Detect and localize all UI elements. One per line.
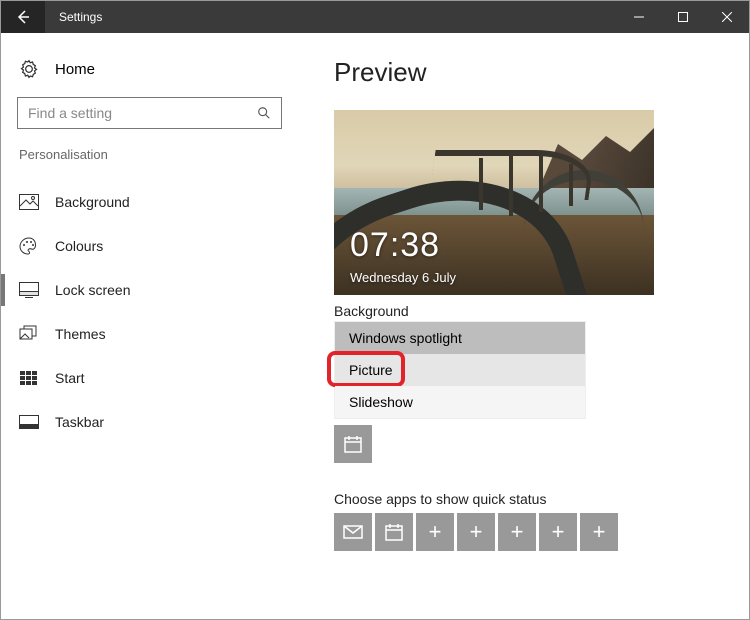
quick-status-app-mail[interactable] xyxy=(334,513,372,551)
sidebar-item-lock-screen[interactable]: Lock screen xyxy=(13,268,286,312)
quick-status-add-1[interactable]: + xyxy=(416,513,454,551)
dropdown-option-picture[interactable]: Picture xyxy=(335,354,585,386)
search-icon xyxy=(257,106,271,120)
quick-status-add-5[interactable]: + xyxy=(580,513,618,551)
quick-status-add-2[interactable]: + xyxy=(457,513,495,551)
sidebar-item-taskbar[interactable]: Taskbar xyxy=(13,400,286,444)
close-button[interactable] xyxy=(705,1,749,33)
plus-icon: + xyxy=(429,519,442,545)
background-label: Background xyxy=(334,303,729,319)
lock-screen-icon xyxy=(19,280,39,300)
back-button[interactable] xyxy=(1,1,45,33)
sidebar-item-background[interactable]: Background xyxy=(13,180,286,224)
search-placeholder: Find a setting xyxy=(28,105,112,121)
mail-icon xyxy=(343,525,363,539)
quick-status-add-3[interactable]: + xyxy=(498,513,536,551)
maximize-button[interactable] xyxy=(661,1,705,33)
background-dropdown[interactable]: Windows spotlight Picture Slideshow xyxy=(334,321,586,419)
sidebar-item-colours[interactable]: Colours xyxy=(13,224,286,268)
search-input[interactable]: Find a setting xyxy=(17,97,282,129)
calendar-icon xyxy=(384,522,404,542)
calendar-icon xyxy=(343,434,363,454)
arrow-left-icon xyxy=(15,9,31,25)
option-label: Windows spotlight xyxy=(349,330,462,346)
section-heading: Personalisation xyxy=(13,147,286,180)
gear-icon xyxy=(19,59,39,79)
window-title: Settings xyxy=(59,10,617,24)
quick-status-label: Choose apps to show quick status xyxy=(334,491,729,507)
picture-icon xyxy=(19,192,39,212)
lock-screen-preview: 07:38 Wednesday 6 July xyxy=(334,110,654,295)
option-label: Picture xyxy=(349,362,393,378)
themes-icon xyxy=(19,324,39,344)
preview-date: Wednesday 6 July xyxy=(350,270,456,285)
nav-label: Taskbar xyxy=(55,414,104,430)
quick-status-app-calendar[interactable] xyxy=(375,513,413,551)
detailed-status-app-button[interactable] xyxy=(334,425,372,463)
nav-label: Background xyxy=(55,194,130,210)
option-label: Slideshow xyxy=(349,394,413,410)
window-controls xyxy=(617,1,749,33)
sidebar: Home Find a setting Personalisation Back… xyxy=(1,33,298,619)
home-button[interactable]: Home xyxy=(13,53,286,97)
sidebar-item-start[interactable]: Start xyxy=(13,356,286,400)
titlebar: Settings xyxy=(1,1,749,33)
plus-icon: + xyxy=(552,519,565,545)
main-panel: Preview 07:38 Wednesday 6 July Backgroun… xyxy=(298,33,749,619)
preview-heading: Preview xyxy=(334,57,729,88)
nav-label: Themes xyxy=(55,326,106,342)
nav-label: Colours xyxy=(55,238,103,254)
preview-time: 07:38 xyxy=(350,226,440,265)
dropdown-option-slideshow[interactable]: Slideshow xyxy=(335,386,585,418)
palette-icon xyxy=(19,236,39,256)
dropdown-option-spotlight[interactable]: Windows spotlight xyxy=(335,322,585,354)
home-label: Home xyxy=(55,61,95,78)
quick-status-add-4[interactable]: + xyxy=(539,513,577,551)
quick-status-row: + + + + + xyxy=(334,513,729,551)
start-icon xyxy=(19,368,39,388)
plus-icon: + xyxy=(593,519,606,545)
taskbar-icon xyxy=(19,412,39,432)
nav-label: Lock screen xyxy=(55,282,130,298)
nav-label: Start xyxy=(55,370,85,386)
detailed-status-row xyxy=(334,425,729,463)
sidebar-item-themes[interactable]: Themes xyxy=(13,312,286,356)
minimize-button[interactable] xyxy=(617,1,661,33)
plus-icon: + xyxy=(470,519,483,545)
plus-icon: + xyxy=(511,519,524,545)
